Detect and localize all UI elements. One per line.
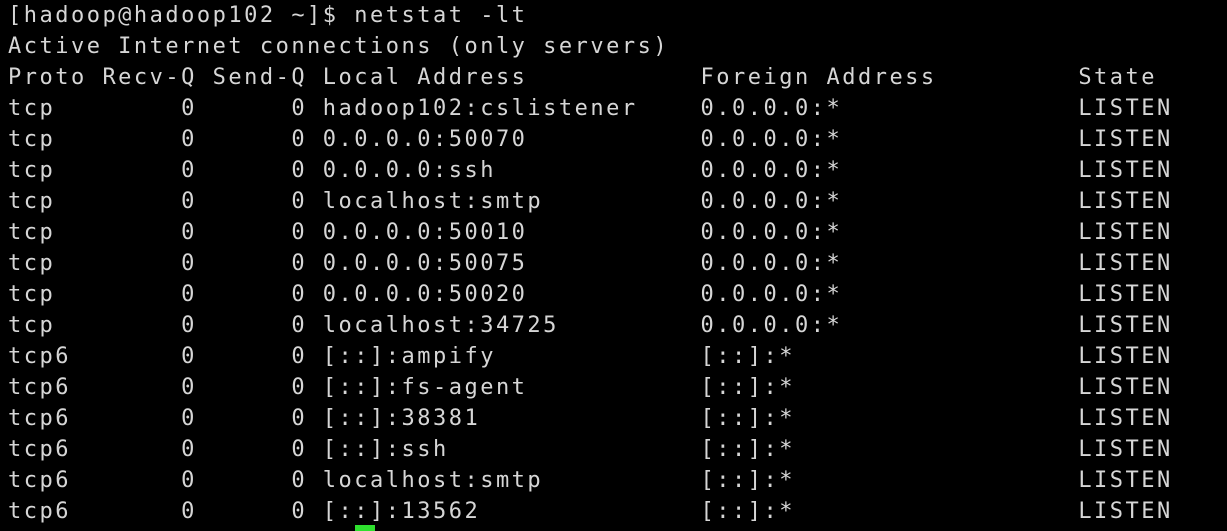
table-row: tcp6 0 0 [::]:fs-agent [::]:* LISTEN bbox=[8, 375, 1173, 400]
table-row: tcp6 0 0 [::]:ampify [::]:* LISTEN bbox=[8, 344, 1173, 369]
table-row: tcp6 0 0 [::]:ssh [::]:* LISTEN bbox=[8, 437, 1173, 462]
table-row: tcp 0 0 localhost:34725 0.0.0.0:* LISTEN bbox=[8, 313, 1173, 338]
prompt-line: [hadoop@hadoop102 ~]$ netstat -lt bbox=[8, 3, 528, 28]
table-row: tcp 0 0 hadoop102:cslistener 0.0.0.0:* L… bbox=[8, 96, 1173, 121]
table-row: tcp6 0 0 localhost:smtp [::]:* LISTEN bbox=[8, 468, 1173, 493]
table-row: tcp 0 0 0.0.0.0:ssh 0.0.0.0:* LISTEN bbox=[8, 158, 1173, 183]
table-row: tcp6 0 0 [::]:13562 [::]:* LISTEN bbox=[8, 499, 1173, 524]
table-header-row: Proto Recv-Q Send-Q Local Address Foreig… bbox=[8, 65, 1158, 90]
table-row: tcp 0 0 0.0.0.0:50070 0.0.0.0:* LISTEN bbox=[8, 127, 1173, 152]
table-row: tcp 0 0 0.0.0.0:50020 0.0.0.0:* LISTEN bbox=[8, 282, 1173, 307]
table-row: tcp 0 0 0.0.0.0:50010 0.0.0.0:* LISTEN bbox=[8, 220, 1173, 245]
terminal-screen[interactable]: [hadoop@hadoop102 ~]$ netstat -lt Active … bbox=[0, 0, 1227, 531]
table-row: tcp 0 0 0.0.0.0:50075 0.0.0.0:* LISTEN bbox=[8, 251, 1173, 276]
table-row: tcp 0 0 localhost:smtp 0.0.0.0:* LISTEN bbox=[8, 189, 1173, 214]
table-row: tcp6 0 0 [::]:38381 [::]:* LISTEN bbox=[8, 406, 1173, 431]
terminal-cursor bbox=[355, 525, 375, 531]
banner-line: Active Internet connections (only server… bbox=[8, 34, 670, 59]
